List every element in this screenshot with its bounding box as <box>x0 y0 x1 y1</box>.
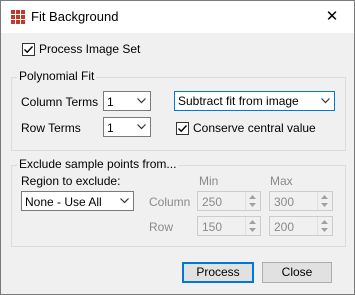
row-terms-value: 1 <box>107 121 114 135</box>
close-window-button[interactable]: ✕ <box>310 1 354 33</box>
column-terms-select[interactable]: 1 <box>103 91 151 111</box>
checkbox-box[interactable] <box>22 42 35 56</box>
column-terms-value: 1 <box>107 95 114 109</box>
column-max-value: 300 <box>274 195 295 209</box>
checkbox-box[interactable] <box>176 121 189 135</box>
column-row-label: Column <box>149 195 191 209</box>
row-max-value: 200 <box>274 220 295 234</box>
conserve-central-value-checkbox[interactable]: Conserve central value <box>176 121 316 135</box>
exclude-group-title: Exclude sample points from... <box>17 157 179 171</box>
spin-down-icon[interactable] <box>321 203 328 207</box>
fit-background-dialog: Fit Background ✕ Process Image Set Polyn… <box>0 0 355 295</box>
spin-up-icon[interactable] <box>321 220 328 224</box>
spin-down-icon[interactable] <box>321 228 328 232</box>
region-to-exclude-select[interactable]: None - Use All <box>21 191 134 211</box>
window-title: Fit Background <box>31 9 119 24</box>
chevron-down-icon <box>137 124 146 130</box>
row-min-spinner[interactable]: 150 <box>197 216 261 236</box>
spin-down-icon[interactable] <box>249 203 256 207</box>
checkmark-icon <box>178 124 188 132</box>
app-icon <box>11 10 25 24</box>
fit-mode-value: Subtract fit from image <box>178 94 299 108</box>
column-max-spinner[interactable]: 300 <box>269 191 333 211</box>
process-image-set-checkbox[interactable]: Process Image Set <box>22 42 140 56</box>
row-row-label: Row <box>149 220 174 234</box>
column-terms-label: Column Terms <box>21 95 99 109</box>
row-min-value: 150 <box>202 220 223 234</box>
fit-mode-select[interactable]: Subtract fit from image <box>174 91 335 111</box>
row-terms-label: Row Terms <box>21 121 81 135</box>
spinner-arrows[interactable] <box>317 217 332 235</box>
spin-down-icon[interactable] <box>249 228 256 232</box>
spin-up-icon[interactable] <box>321 195 328 199</box>
conserve-central-value-label: Conserve central value <box>193 121 316 135</box>
spinner-arrows[interactable] <box>245 217 260 235</box>
process-button[interactable]: Process <box>182 262 254 283</box>
chevron-down-icon <box>137 98 146 104</box>
region-to-exclude-label: Region to exclude: <box>21 174 121 188</box>
chevron-down-icon <box>120 198 129 204</box>
close-button[interactable]: Close <box>262 262 332 283</box>
checkmark-icon <box>24 45 34 53</box>
column-min-spinner[interactable]: 250 <box>197 191 261 211</box>
row-max-spinner[interactable]: 200 <box>269 216 333 236</box>
min-column-header: Min <box>199 174 219 188</box>
region-to-exclude-value: None - Use All <box>25 195 102 209</box>
chevron-down-icon <box>321 98 330 104</box>
spinner-arrows[interactable] <box>245 192 260 210</box>
column-min-value: 250 <box>202 195 223 209</box>
process-image-set-label: Process Image Set <box>39 42 141 56</box>
spin-up-icon[interactable] <box>249 220 256 224</box>
polynomial-fit-group <box>11 77 346 151</box>
max-column-header: Max <box>270 174 293 188</box>
spin-up-icon[interactable] <box>249 195 256 199</box>
polynomial-fit-group-title: Polynomial Fit <box>17 69 97 83</box>
spinner-arrows[interactable] <box>317 192 332 210</box>
title-bar: Fit Background ✕ <box>1 1 354 33</box>
row-terms-select[interactable]: 1 <box>103 117 151 137</box>
